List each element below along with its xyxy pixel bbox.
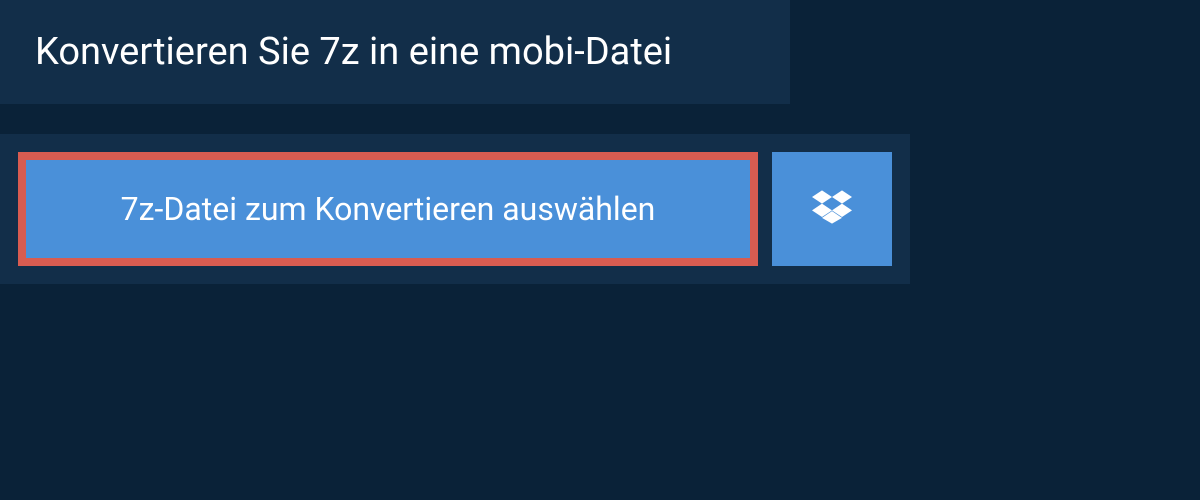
upload-panel: 7z-Datei zum Konvertieren auswählen [0, 134, 910, 284]
header-panel: Konvertieren Sie 7z in eine mobi-Datei [0, 0, 790, 104]
file-select-label: 7z-Datei zum Konvertieren auswählen [121, 190, 656, 228]
dropbox-button[interactable] [772, 152, 892, 266]
dropbox-icon [812, 187, 852, 231]
file-select-button[interactable]: 7z-Datei zum Konvertieren auswählen [18, 152, 758, 266]
page-title: Konvertieren Sie 7z in eine mobi-Datei [35, 30, 755, 74]
